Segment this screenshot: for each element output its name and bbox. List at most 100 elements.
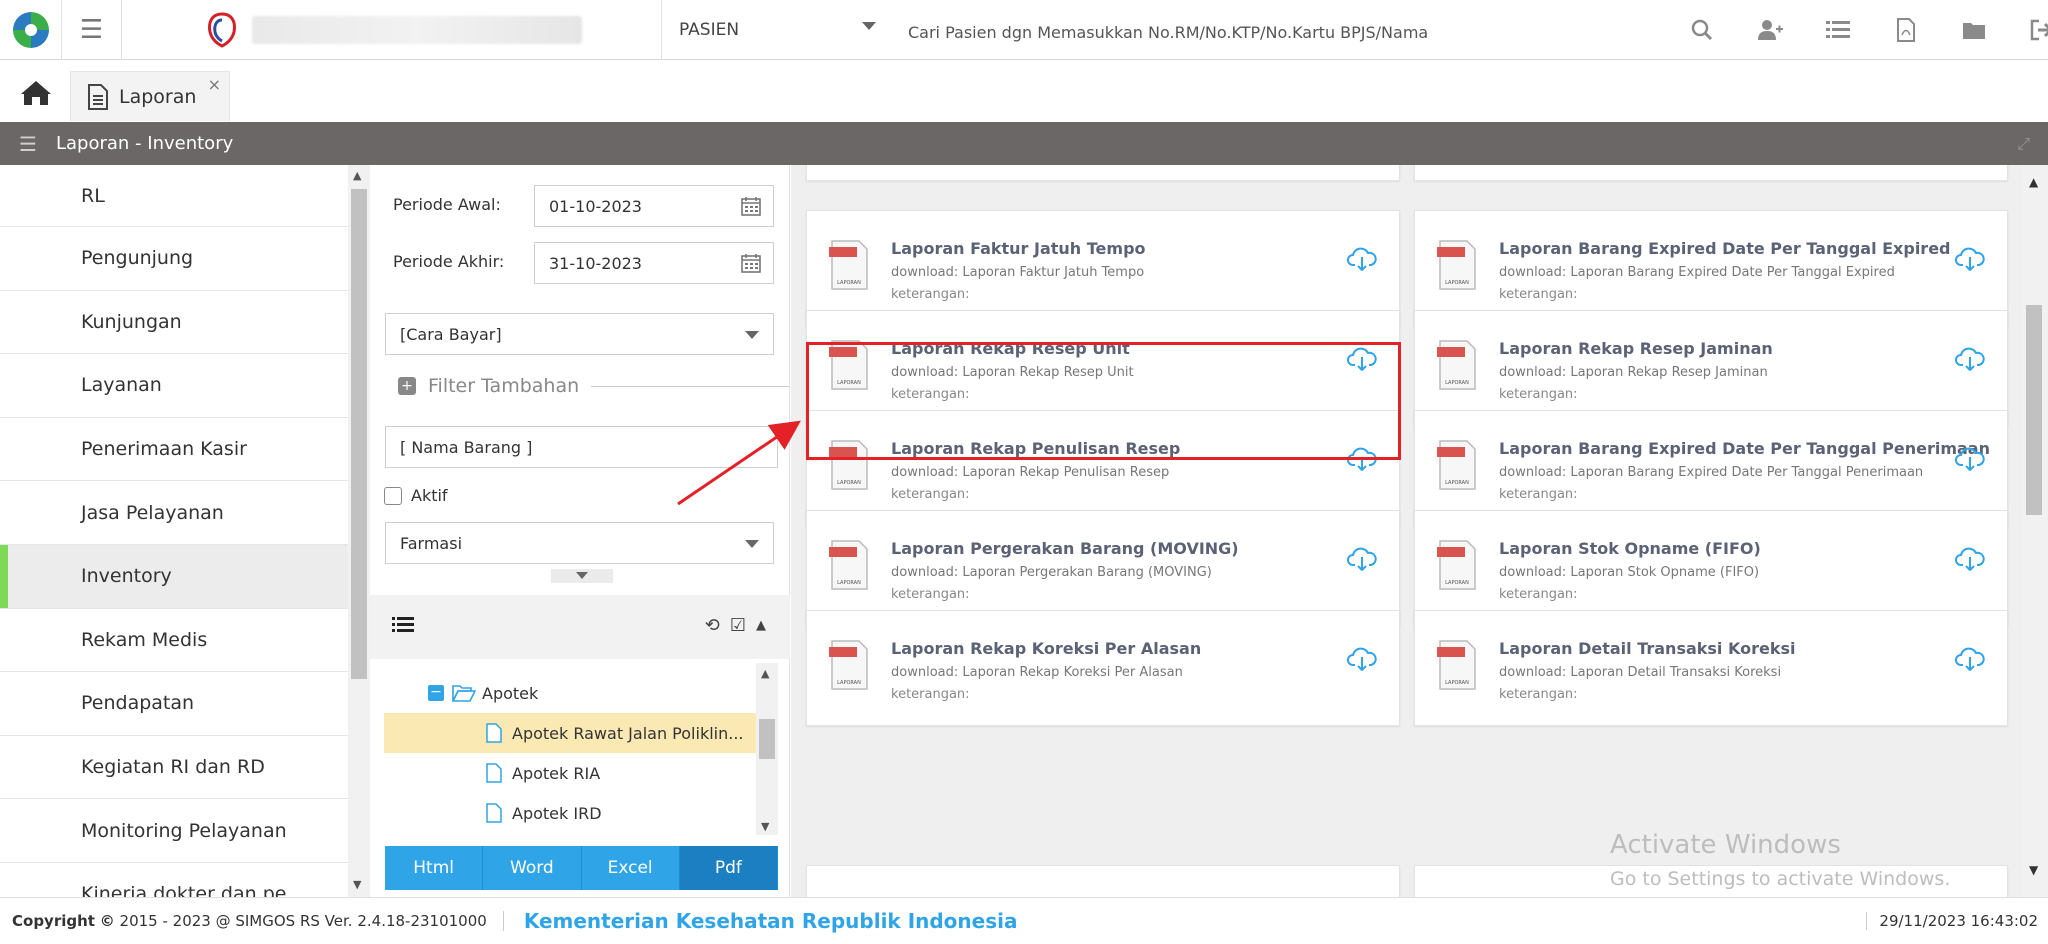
sidebar-item-jasa-pelayanan[interactable]: Jasa Pelayanan — [0, 481, 348, 545]
report-card[interactable]: LAPORAN Laporan Pergerakan Barang (MOVING… — [806, 510, 1400, 626]
expand-icon[interactable]: ⤢ — [2017, 134, 2030, 154]
cloud-download-icon[interactable] — [1955, 645, 1985, 671]
calendar-icon[interactable] — [741, 196, 761, 220]
sidebar-item-pendapatan[interactable]: Pendapatan — [0, 672, 348, 736]
cloud-download-icon[interactable] — [1347, 245, 1377, 271]
tab-laporan[interactable]: Laporan × — [70, 71, 230, 121]
list-icon[interactable] — [1804, 20, 1872, 40]
report-card[interactable]: LAPORAN Laporan Barang Expired Date Per T… — [1414, 210, 2008, 326]
cloud-download-icon[interactable] — [1955, 545, 1985, 571]
sidebar-item-kegiatan-ri-rd[interactable]: Kegiatan RI dan RD — [0, 736, 348, 800]
periode-awal-input[interactable]: 01-10-2023 — [534, 185, 774, 227]
scrollbar-thumb[interactable] — [2026, 305, 2042, 515]
scroll-up-icon[interactable]: ▲ — [761, 667, 769, 680]
list-icon[interactable] — [392, 615, 414, 639]
tree-node-label: Apotek IRD — [512, 803, 602, 823]
html-button[interactable]: Html — [385, 846, 484, 890]
check-square-icon[interactable]: ☑ — [730, 615, 746, 636]
scrollbar-thumb[interactable] — [351, 189, 367, 679]
sidebar-item-penerimaan-kasir[interactable]: Penerimaan Kasir — [0, 418, 348, 482]
scroll-down-icon[interactable]: ▼ — [761, 820, 769, 833]
cloud-download-icon[interactable] — [1347, 545, 1377, 571]
search-icon[interactable] — [1668, 19, 1736, 41]
tree-node-apotek-ird[interactable]: Apotek IRD — [384, 793, 756, 823]
report-card[interactable]: LAPORAN Laporan Rekap Penulisan Resep down… — [806, 410, 1400, 526]
excel-button[interactable]: Excel — [581, 846, 680, 890]
word-button[interactable]: Word — [483, 846, 582, 890]
pdf-report-icon: LAPORAN — [829, 340, 868, 390]
close-icon[interactable]: × — [208, 75, 221, 94]
tree-scrollbar[interactable]: ▲ ▼ — [756, 663, 778, 835]
report-card[interactable] — [806, 865, 1400, 897]
tree-node-apotek[interactable]: − Apotek — [384, 673, 756, 713]
sidebar-item-kinerja-dokter[interactable]: Kinerja dokter dan pe... — [0, 863, 348, 897]
sidebar-scrollbar[interactable]: ▲ ▼ — [348, 165, 370, 897]
pdf-report-icon: LAPORAN — [1437, 640, 1476, 690]
home-icon[interactable] — [20, 79, 52, 111]
plus-icon: + — [398, 377, 416, 395]
nama-barang-input[interactable]: [ Nama Barang ] — [385, 426, 778, 468]
report-card[interactable]: LAPORAN Laporan Barang Expired Date Per T… — [1414, 410, 2008, 526]
report-card[interactable]: LAPORAN Laporan Rekap Koreksi Per Alasan d… — [806, 610, 1400, 726]
tree-node-apotek-ria[interactable]: Apotek RIA — [384, 753, 756, 793]
copyright-label: Copyright — [12, 912, 95, 930]
cloud-download-icon[interactable] — [1347, 445, 1377, 471]
cloud-download-icon[interactable] — [1955, 245, 1985, 271]
cara-bayar-select[interactable]: [Cara Bayar] — [385, 313, 774, 355]
report-card[interactable] — [806, 165, 1400, 181]
report-note: keterangan: — [891, 687, 970, 702]
unit-tree: − Apotek Apotek Rawat Jalan Poliklin... … — [384, 663, 756, 823]
pdf-file-icon[interactable] — [1872, 18, 1940, 42]
cloud-download-icon[interactable] — [1347, 645, 1377, 671]
folder-open-icon — [452, 685, 476, 702]
minus-square-icon[interactable]: − — [428, 685, 444, 701]
sidebar-item-inventory[interactable]: Inventory — [0, 544, 348, 609]
report-card[interactable]: LAPORAN Laporan Stok Opname (FIFO) downloa… — [1414, 510, 2008, 626]
tree-node-label: Apotek — [482, 683, 539, 703]
sidebar-item-pengunjung[interactable]: Pengunjung — [0, 227, 348, 291]
hamburger-icon[interactable]: ☰ — [0, 132, 56, 156]
sidebar-item-monitoring-pelayanan[interactable]: Monitoring Pelayanan — [0, 799, 348, 863]
scroll-up-icon[interactable]: ▲ — [2029, 175, 2038, 189]
hamburger-menu-button[interactable]: ☰ — [62, 0, 122, 60]
pdf-icon-label: LAPORAN — [837, 280, 861, 286]
aktif-checkbox[interactable] — [384, 487, 402, 505]
scroll-down-icon[interactable]: ▼ — [353, 878, 361, 891]
pdf-button[interactable]: Pdf — [679, 846, 778, 890]
patient-type-select[interactable]: PASIEN — [679, 0, 879, 60]
folder-icon[interactable] — [1940, 20, 2008, 40]
report-list-scrollbar[interactable]: ▲ ▼ — [2021, 165, 2048, 897]
pdf-report-icon: LAPORAN — [829, 640, 868, 690]
report-card[interactable] — [1414, 165, 2008, 181]
collapse-toggle[interactable] — [551, 569, 613, 583]
app-logo[interactable] — [0, 0, 62, 60]
calendar-icon[interactable] — [741, 253, 761, 277]
chevron-down-icon[interactable] — [862, 22, 876, 30]
sidebar-item-rekam-medis[interactable]: Rekam Medis — [0, 609, 348, 673]
report-title: Laporan Pergerakan Barang (MOVING) — [891, 539, 1239, 558]
report-note: keterangan: — [891, 387, 970, 402]
cloud-download-icon[interactable] — [1955, 445, 1985, 471]
scrollbar-thumb[interactable] — [759, 719, 775, 759]
history-icon[interactable]: ⟲ — [705, 615, 720, 636]
farmasi-select[interactable]: Farmasi — [385, 522, 774, 564]
cloud-download-icon[interactable] — [1955, 345, 1985, 371]
tree-node-apotek-rawat-jalan[interactable]: Apotek Rawat Jalan Poliklin... — [384, 713, 756, 753]
filter-tambahan-toggle[interactable]: + Filter Tambahan — [398, 375, 790, 397]
logout-icon[interactable] — [2008, 19, 2048, 41]
report-card[interactable]: LAPORAN Laporan Rekap Resep Unit download:… — [806, 310, 1400, 426]
sidebar-item-layanan[interactable]: Layanan — [0, 354, 348, 418]
report-card[interactable]: LAPORAN Laporan Faktur Jatuh Tempo downloa… — [806, 210, 1400, 326]
sidebar-item-rl[interactable]: RL — [0, 165, 348, 227]
report-card[interactable]: LAPORAN Laporan Detail Transaksi Koreksi d… — [1414, 610, 2008, 726]
patient-search-input[interactable]: Cari Pasien dgn Memasukkan No.RM/No.KTP/… — [908, 0, 1428, 60]
periode-akhir-input[interactable]: 31-10-2023 — [534, 242, 774, 284]
sidebar-item-kunjungan[interactable]: Kunjungan — [0, 291, 348, 355]
chevron-up-icon[interactable]: ▲ — [756, 615, 766, 636]
add-user-icon[interactable] — [1736, 19, 1804, 41]
scroll-down-icon[interactable]: ▼ — [2029, 863, 2038, 877]
report-title: Laporan Faktur Jatuh Tempo — [891, 239, 1146, 258]
cloud-download-icon[interactable] — [1347, 345, 1377, 371]
report-card[interactable]: LAPORAN Laporan Rekap Resep Jaminan downlo… — [1414, 310, 2008, 426]
scroll-up-icon[interactable]: ▲ — [353, 169, 361, 182]
